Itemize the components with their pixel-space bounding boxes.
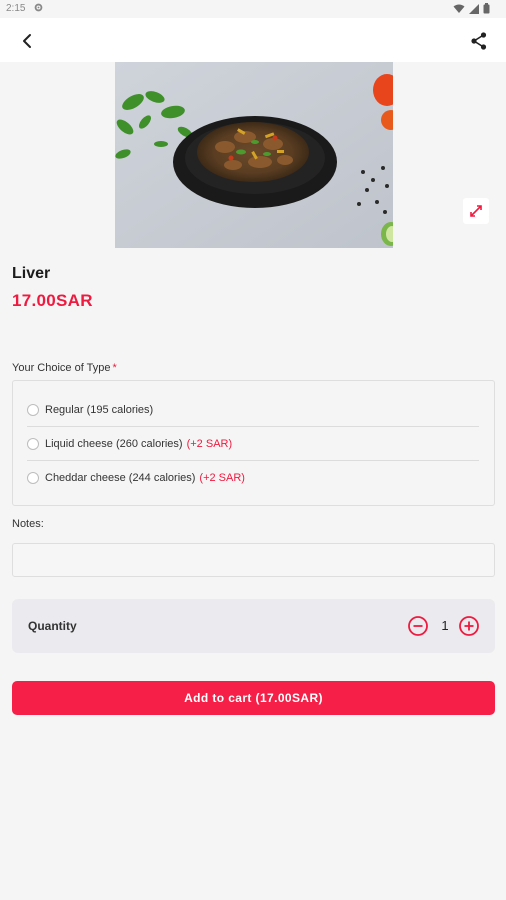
status-bar: 2:15 [0,0,506,18]
quantity-card: Quantity 1 [12,599,495,653]
product-image [115,62,393,248]
radio-button[interactable] [27,437,39,450]
notes-input[interactable] [12,543,495,577]
plus-circle-icon[interactable] [458,615,480,637]
option-regular[interactable]: Regular (195 calories) [27,393,479,427]
status-time: 2:15 [6,3,26,14]
battery-icon [483,3,490,14]
product-name: Liver [12,265,51,282]
add-to-cart-button[interactable]: Add to cart (17.00SAR) [12,681,495,715]
radio-button[interactable] [27,472,39,484]
required-mark: * [112,362,117,374]
expand-icon [470,205,482,217]
food-photo [115,62,393,248]
option-extra-price: (+2 SAR) [199,472,245,484]
quantity-label: Quantity [28,619,77,633]
choice-section-title: Your Choice of Type * [12,362,117,374]
wifi-icon [453,4,465,13]
notes-label: Notes: [12,518,44,530]
choice-options: Regular (195 calories) Liquid cheese (26… [12,380,495,506]
option-cheddar-cheese[interactable]: Cheddar cheese (244 calories) (+2 SAR) [27,461,479,495]
option-extra-price: (+2 SAR) [186,437,233,450]
signal-icon [469,3,479,14]
option-label: Liquid cheese (260 calories) [45,437,183,450]
radio-button[interactable] [27,403,39,416]
option-liquid-cheese[interactable]: Liquid cheese (260 calories) (+2 SAR) [27,427,479,461]
minus-circle-icon[interactable] [407,615,429,637]
expand-image-button[interactable] [463,198,489,224]
choice-title-text: Your Choice of Type [12,362,111,374]
back-arrow-icon[interactable] [16,30,38,52]
option-label: Regular (195 calories) [45,403,154,416]
quantity-value: 1 [441,618,449,633]
option-label: Cheddar cheese (244 calories) [45,472,196,484]
status-indicators [453,3,490,14]
app-bar [0,18,506,62]
settings-gear-icon [34,3,43,12]
share-icon[interactable] [468,30,490,52]
product-price: 17.00SAR [12,291,93,310]
